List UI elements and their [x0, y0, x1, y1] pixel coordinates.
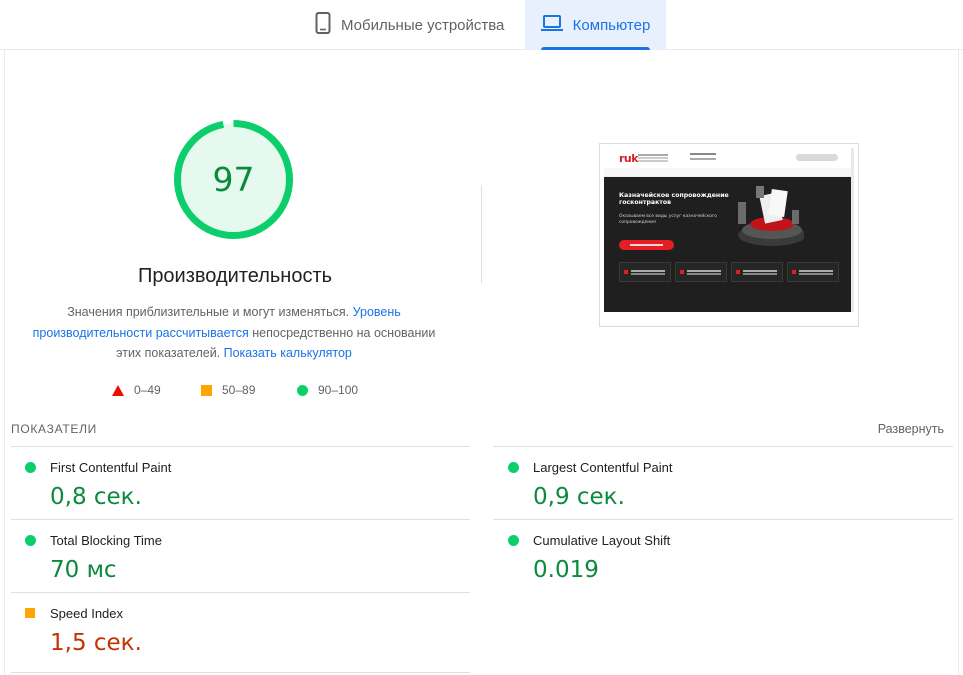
legend-fail-label: 0–49: [134, 383, 161, 397]
metric-cls-value: 0.019: [533, 557, 599, 583]
phone-icon: [315, 12, 331, 38]
metric-tbt-value: 70 мс: [50, 557, 117, 583]
metric-fcp: First Contentful Paint 0,8 сек.: [10, 447, 460, 519]
performance-score: 97: [212, 160, 255, 199]
green-circle-icon: [508, 535, 519, 546]
legend-pass-label: 90–100: [318, 383, 359, 397]
metric-cls: Cumulative Layout Shift 0.019: [493, 520, 943, 592]
laptop-icon: [540, 14, 563, 36]
metric-tbt-label: Total Blocking Time: [50, 533, 162, 548]
tab-mobile-label: Мобильные устройства: [341, 16, 505, 34]
green-circle-icon: [297, 384, 308, 396]
thumbnail-scrollbar: [851, 148, 854, 312]
green-circle-icon: [25, 462, 36, 473]
score-legend: 0–49 50–89 90–100: [0, 383, 470, 399]
green-circle-icon: [508, 462, 519, 473]
red-triangle-icon: [112, 384, 124, 396]
description-text-1: Значения приблизительные и могут изменят…: [67, 305, 353, 319]
thumbnail-nav: [604, 168, 854, 177]
metric-fcp-label: First Contentful Paint: [50, 460, 172, 475]
green-circle-icon: [25, 535, 36, 546]
legend-fail: 0–49: [112, 383, 161, 397]
metrics-header: ПОКАЗАТЕЛИ: [11, 422, 97, 436]
performance-title: Производительность: [137, 265, 333, 287]
logo-tagline: [638, 154, 668, 156]
device-tabs: Мобильные устройства Компьютер: [0, 0, 963, 50]
metric-si-value: 1,5 сек.: [50, 630, 142, 656]
legend-pass: 90–100: [297, 383, 358, 397]
screenshot-image: ruk Казначейское сопровождение госконтра…: [604, 148, 854, 312]
orange-square-icon: [201, 384, 212, 396]
legend-average-label: 50–89: [222, 383, 256, 397]
thumbnail-card: [731, 262, 783, 282]
metric-lcp: Largest Contentful Paint 0,9 сек.: [493, 447, 943, 519]
page-screenshot[interactable]: ruk Казначейское сопровождение госконтра…: [599, 143, 859, 327]
thumbnail-card: [787, 262, 839, 282]
section-divider: [481, 185, 482, 283]
metric-tbt: Total Blocking Time 70 мс: [10, 520, 460, 592]
thumbnail-card: [675, 262, 727, 282]
thumbnail-header-button: [796, 154, 838, 161]
score-description: Значения приблизительные и могут изменят…: [20, 302, 448, 364]
metric-lcp-label: Largest Contentful Paint: [533, 460, 673, 475]
thumbnail-cta-button: [619, 240, 674, 250]
orange-square-icon: [25, 608, 35, 618]
thumbnail-hero-subtitle: Оказываем все виды услуг казначейского с…: [619, 214, 717, 225]
thumbnail-hero-title: Казначейское сопровождение госконтрактов: [619, 192, 729, 206]
divider: [11, 672, 470, 673]
metric-cls-label: Cumulative Layout Shift: [533, 533, 671, 548]
thumbnail-card: [619, 262, 671, 282]
metric-si-label: Speed Index: [50, 606, 124, 621]
metric-si: Speed Index 1,5 сек.: [10, 593, 460, 665]
thumbnail-site-header: ruk: [604, 148, 854, 168]
performance-gauge: 97: [173, 119, 294, 240]
legend-average: 50–89: [201, 383, 255, 397]
contact-lines: [690, 153, 716, 155]
metric-lcp-value: 0,9 сек.: [533, 484, 625, 510]
expand-button[interactable]: Развернуть: [878, 422, 944, 436]
thumbnail-cards: [619, 262, 842, 282]
tab-mobile[interactable]: Мобильные устройства: [315, 0, 520, 50]
tab-desktop-label: Компьютер: [572, 16, 651, 34]
show-calculator-link[interactable]: Показать калькулятор: [224, 346, 352, 360]
site-logo: ruk: [619, 152, 639, 165]
illustration-icon: [738, 186, 804, 246]
tab-desktop[interactable]: Компьютер: [525, 0, 666, 50]
metric-fcp-value: 0,8 сек.: [50, 484, 142, 510]
